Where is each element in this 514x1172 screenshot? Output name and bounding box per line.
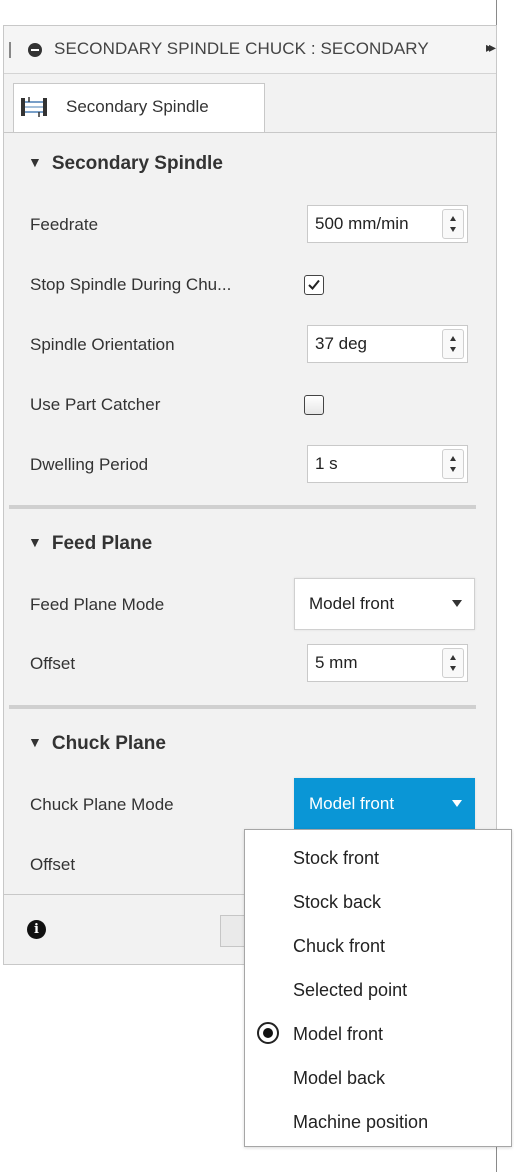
chuck-plane-mode-dropdown: Stock front Stock back Chuck front Selec… [244, 829, 512, 1147]
dropdown-option-model-front[interactable]: Model front [245, 1016, 511, 1056]
settings-content: ▼ Secondary Spindle Feedrate 500 mm/min S… [4, 132, 496, 895]
feed-plane-mode-label: Feed Plane Mode [30, 595, 165, 614]
section-header-feed-plane[interactable]: ▼ Feed Plane [28, 533, 152, 555]
radio-selected-icon [257, 1022, 279, 1044]
feedrate-stepper[interactable] [442, 209, 464, 239]
section-header-chuck-plane[interactable]: ▼ Chuck Plane [28, 733, 166, 755]
dropdown-option-model-back[interactable]: Model back [245, 1060, 511, 1100]
collapse-triangle-icon: ▼ [28, 734, 42, 750]
spindle-orientation-stepper[interactable] [442, 329, 464, 359]
step-up-icon[interactable] [450, 456, 456, 461]
feed-plane-mode-value: Model front [309, 594, 395, 613]
spindle-orientation-label: Spindle Orientation [30, 335, 175, 354]
option-label: Model back [293, 1068, 386, 1088]
chuck-plane-mode-value: Model front [309, 794, 395, 813]
stop-spindle-label: Stop Spindle During Chu... [30, 275, 232, 294]
use-part-catcher-label: Use Part Catcher [30, 395, 161, 414]
feed-plane-mode-select[interactable]: Model front [294, 578, 475, 630]
spindle-orientation-input[interactable]: 37 deg [307, 325, 468, 363]
step-down-icon[interactable] [450, 467, 456, 472]
feed-plane-offset-stepper[interactable] [442, 648, 464, 678]
step-up-icon[interactable] [450, 655, 456, 660]
section-divider [9, 505, 476, 509]
feed-plane-offset-value: 5 mm [315, 653, 358, 672]
collapse-triangle-icon: ▼ [28, 154, 42, 170]
checkmark-icon [308, 279, 320, 290]
step-up-icon[interactable] [450, 336, 456, 341]
dwelling-period-stepper[interactable] [442, 449, 464, 479]
section-title: Secondary Spindle [51, 153, 223, 174]
section-header-secondary-spindle[interactable]: ▼ Secondary Spindle [28, 153, 223, 175]
section-divider [9, 705, 476, 709]
step-down-icon[interactable] [450, 666, 456, 671]
collapse-icon[interactable]: ▸▸ [483, 39, 496, 56]
chevron-down-icon [452, 600, 462, 607]
option-label: Stock front [293, 848, 380, 868]
step-up-icon[interactable] [450, 216, 456, 221]
dialog-title: SECONDARY SPINDLE CHUCK : SECONDARY [54, 39, 429, 58]
feed-plane-offset-input[interactable]: 5 mm [307, 644, 468, 682]
option-label: Selected point [293, 980, 408, 1000]
section-title: Feed Plane [51, 533, 153, 554]
dwelling-period-input[interactable]: 1 s [307, 445, 468, 483]
step-down-icon[interactable] [450, 227, 456, 232]
feed-plane-offset-label: Offset [30, 654, 76, 673]
section-title: Chuck Plane [51, 733, 166, 754]
chuck-plane-offset-label: Offset [30, 855, 76, 874]
dropdown-option-stock-front[interactable]: Stock front [245, 840, 511, 880]
stop-spindle-checkbox[interactable] [304, 275, 324, 295]
drag-grip-icon[interactable] [9, 42, 11, 58]
feedrate-input[interactable]: 500 mm/min [307, 205, 468, 243]
dropdown-option-selected-point[interactable]: Selected point [245, 972, 511, 1012]
dwelling-period-value: 1 s [315, 454, 338, 473]
use-part-catcher-checkbox[interactable] [304, 395, 324, 415]
option-label: Model front [293, 1024, 384, 1044]
chuck-plane-mode-select[interactable]: Model front [294, 778, 475, 830]
dwelling-period-label: Dwelling Period [30, 455, 149, 474]
tab-secondary-spindle[interactable]: Secondary Spindle [13, 83, 265, 133]
dropdown-option-stock-back[interactable]: Stock back [245, 884, 511, 924]
chuck-plane-mode-label: Chuck Plane Mode [30, 795, 174, 814]
minus-circle-icon[interactable] [28, 43, 42, 57]
chevron-down-icon [452, 800, 462, 807]
step-down-icon[interactable] [450, 347, 456, 352]
option-label: Chuck front [293, 936, 386, 956]
collapse-triangle-icon: ▼ [28, 534, 42, 550]
feedrate-value: 500 mm/min [315, 214, 409, 233]
tab-label: Secondary Spindle [66, 97, 209, 116]
dialog-panel: SECONDARY SPINDLE CHUCK : SECONDARY ▸▸ S… [3, 25, 497, 965]
feedrate-label: Feedrate [30, 215, 99, 234]
spindle-icon [21, 97, 47, 117]
dropdown-option-chuck-front[interactable]: Chuck front [245, 928, 511, 968]
info-icon[interactable]: i [27, 920, 46, 939]
spindle-orientation-value: 37 deg [315, 334, 367, 353]
title-bar[interactable]: SECONDARY SPINDLE CHUCK : SECONDARY ▸▸ [4, 26, 496, 74]
dropdown-option-machine-position[interactable]: Machine position [245, 1104, 511, 1144]
option-label: Machine position [293, 1112, 429, 1132]
option-label: Stock back [293, 892, 382, 912]
